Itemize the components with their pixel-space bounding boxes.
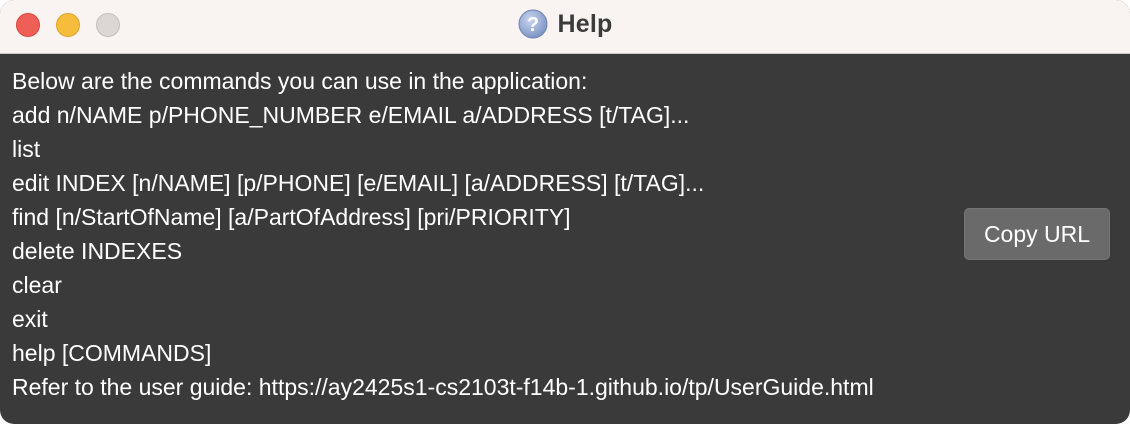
question-mark-circle-icon: ?	[518, 9, 547, 39]
command-clear-line: clear	[12, 272, 62, 298]
user-guide-link-line: Refer to the user guide: https://ay2425s…	[12, 374, 874, 400]
window-title-group: ? Help	[0, 8, 1130, 40]
command-add-line: add n/NAME p/PHONE_NUMBER e/EMAIL a/ADDR…	[12, 102, 690, 128]
command-find-line: find [n/StartOfName] [a/PartOfAddress] […	[12, 204, 571, 230]
command-exit-line: exit	[12, 306, 48, 332]
command-help-line: help [COMMANDS]	[12, 340, 212, 366]
command-edit-line: edit INDEX [n/NAME] [p/PHONE] [e/EMAIL] …	[12, 170, 705, 196]
copy-url-button[interactable]: Copy URL	[964, 208, 1110, 260]
help-intro-line: Below are the commands you can use in th…	[12, 68, 588, 94]
svg-text:?: ?	[526, 14, 538, 36]
help-content: Below are the commands you can use in th…	[12, 64, 942, 404]
window-title: Help	[557, 9, 613, 38]
command-delete-line: delete INDEXES	[12, 238, 183, 264]
title-bar[interactable]: ? Help	[0, 0, 1130, 54]
command-list-line: list	[12, 136, 41, 162]
help-window: ? Help Below are the commands you can us…	[0, 0, 1130, 424]
